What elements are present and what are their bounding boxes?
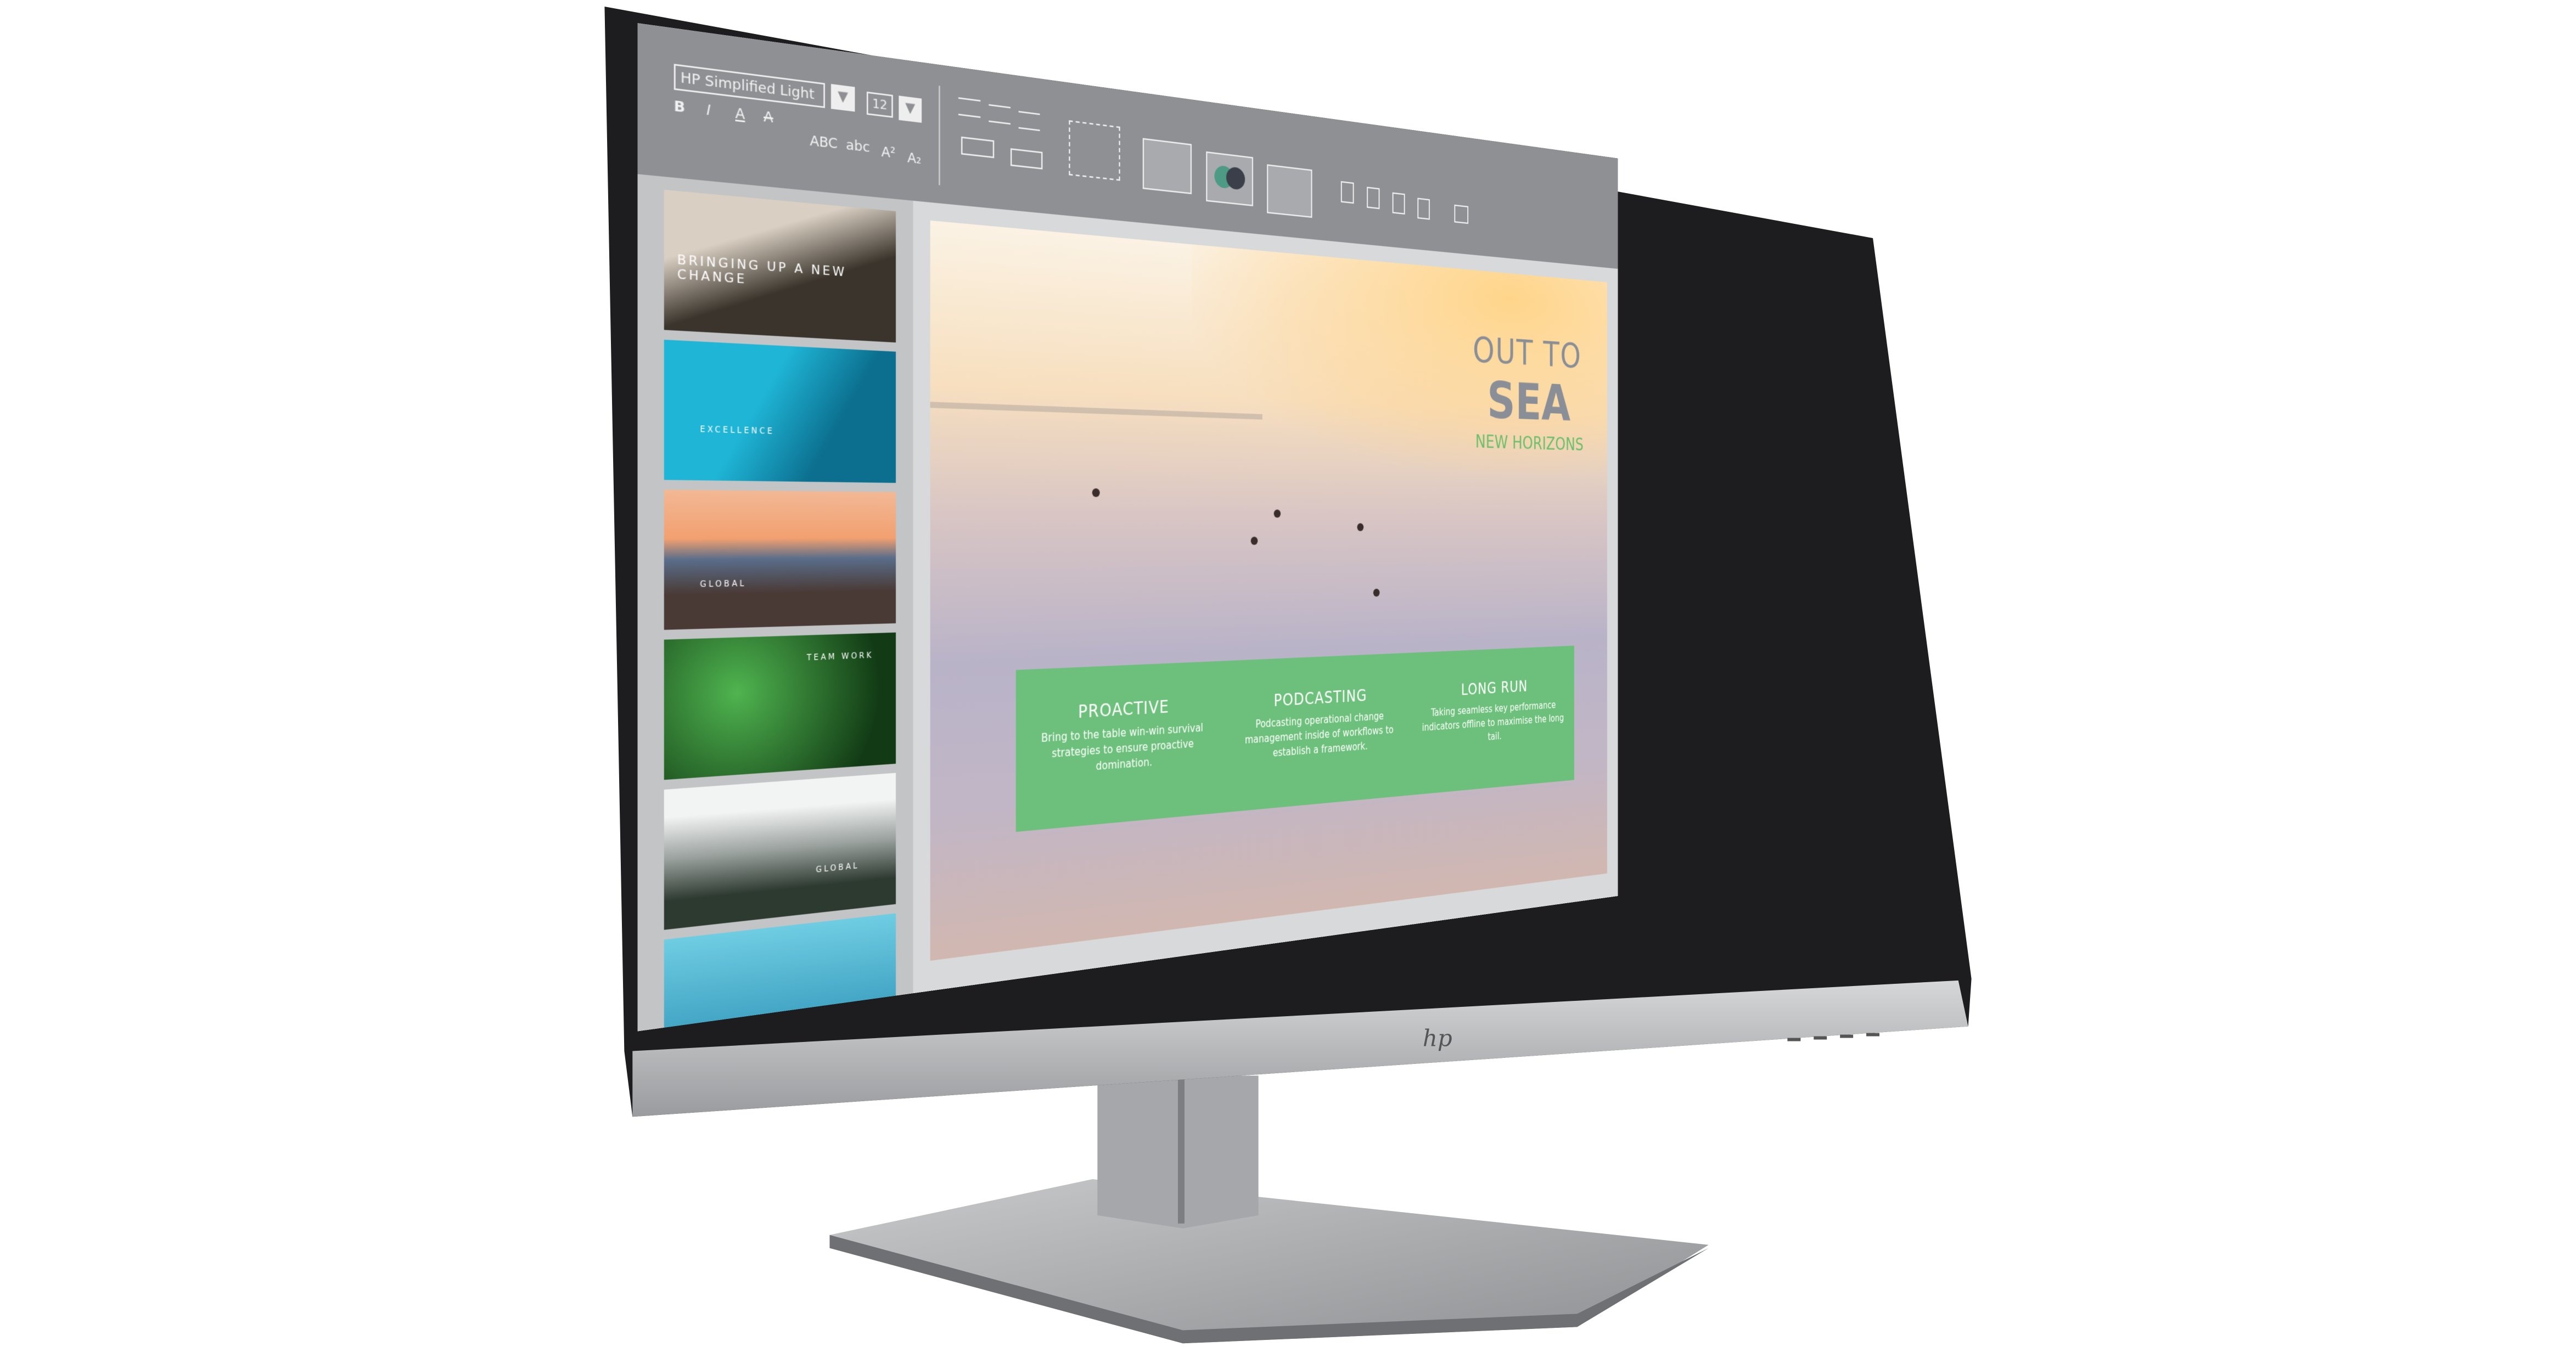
underline-button[interactable]: A (736, 107, 745, 124)
scatter-chart-icon[interactable] (1267, 164, 1312, 218)
font-family-dropdown-icon[interactable]: ▼ (830, 83, 855, 112)
subscript-button[interactable]: A₂ (907, 151, 921, 168)
indent-icon[interactable] (961, 136, 995, 159)
align-left-icon[interactable] (958, 97, 981, 118)
align-center-icon[interactable] (989, 104, 1011, 125)
uppercase-button[interactable]: ABC (810, 134, 838, 153)
slide-editor: OUT TO SEA NEW HORIZONS PROACTIVE Bring t… (913, 200, 1618, 994)
slide-thumbnail[interactable] (664, 913, 896, 1032)
stand-neck (1097, 1075, 1259, 1229)
strikethrough-button[interactable]: A (764, 110, 773, 127)
image-icon[interactable] (1454, 204, 1469, 224)
current-slide[interactable]: OUT TO SEA NEW HORIZONS PROACTIVE Bring t… (930, 220, 1607, 961)
lowercase-button[interactable]: abc (846, 138, 870, 156)
slide-title-line1: OUT TO (1472, 328, 1582, 376)
layout-icon[interactable] (1069, 120, 1120, 181)
superscript-button[interactable]: A² (882, 145, 896, 162)
slide-title-line2: SEA (1487, 372, 1571, 433)
font-family-field[interactable]: HP Simplified Light (674, 64, 825, 108)
monitor-screen: HP Simplified Light ▼ 12 ▼ B I A A ABC a… (637, 22, 1618, 1032)
bold-button[interactable]: B (674, 99, 686, 117)
content-banner: PROACTIVE Bring to the table win-win surv… (1015, 645, 1574, 832)
line-chart-icon[interactable] (1142, 138, 1192, 194)
slide-thumbnail[interactable]: GLOBAL (664, 773, 896, 930)
slide-thumbnail[interactable]: TEAM WORK (664, 632, 896, 780)
page-icon[interactable] (1417, 198, 1430, 220)
slide-thumbnail[interactable]: BRINGING UP A NEW CHANGE (664, 189, 896, 343)
column-long-run: LONG RUN Taking seamless key performance … (1422, 677, 1564, 743)
slide-thumbnail[interactable]: EXCELLENCE (664, 340, 896, 483)
font-size-field[interactable]: 12 (866, 91, 893, 118)
outdent-icon[interactable] (1010, 148, 1043, 170)
font-size-dropdown-icon[interactable]: ▼ (899, 95, 922, 123)
add-document-icon[interactable] (1367, 187, 1380, 210)
column-podcasting: PODCASTING Podcasting operational change … (1244, 686, 1394, 759)
italic-button[interactable]: I (706, 103, 711, 120)
product-photo: hp HP Simplified Light ▼ 12 ▼ B I A A AB… (0, 0, 2576, 1351)
venn-chart-icon[interactable] (1206, 151, 1253, 206)
slide-thumbnail-panel: BRINGING UP A NEW CHANGE EXCELLENCE GLOB… (637, 174, 913, 1032)
slide-subtitle: NEW HORIZONS (1475, 432, 1584, 455)
copy-icon[interactable] (1392, 192, 1405, 215)
document-icon[interactable] (1340, 181, 1354, 204)
align-right-icon[interactable] (1018, 111, 1040, 132)
column-proactive: PROACTIVE Bring to the table win-win surv… (1041, 697, 1204, 773)
slide-thumbnail[interactable]: GLOBAL (664, 489, 896, 630)
